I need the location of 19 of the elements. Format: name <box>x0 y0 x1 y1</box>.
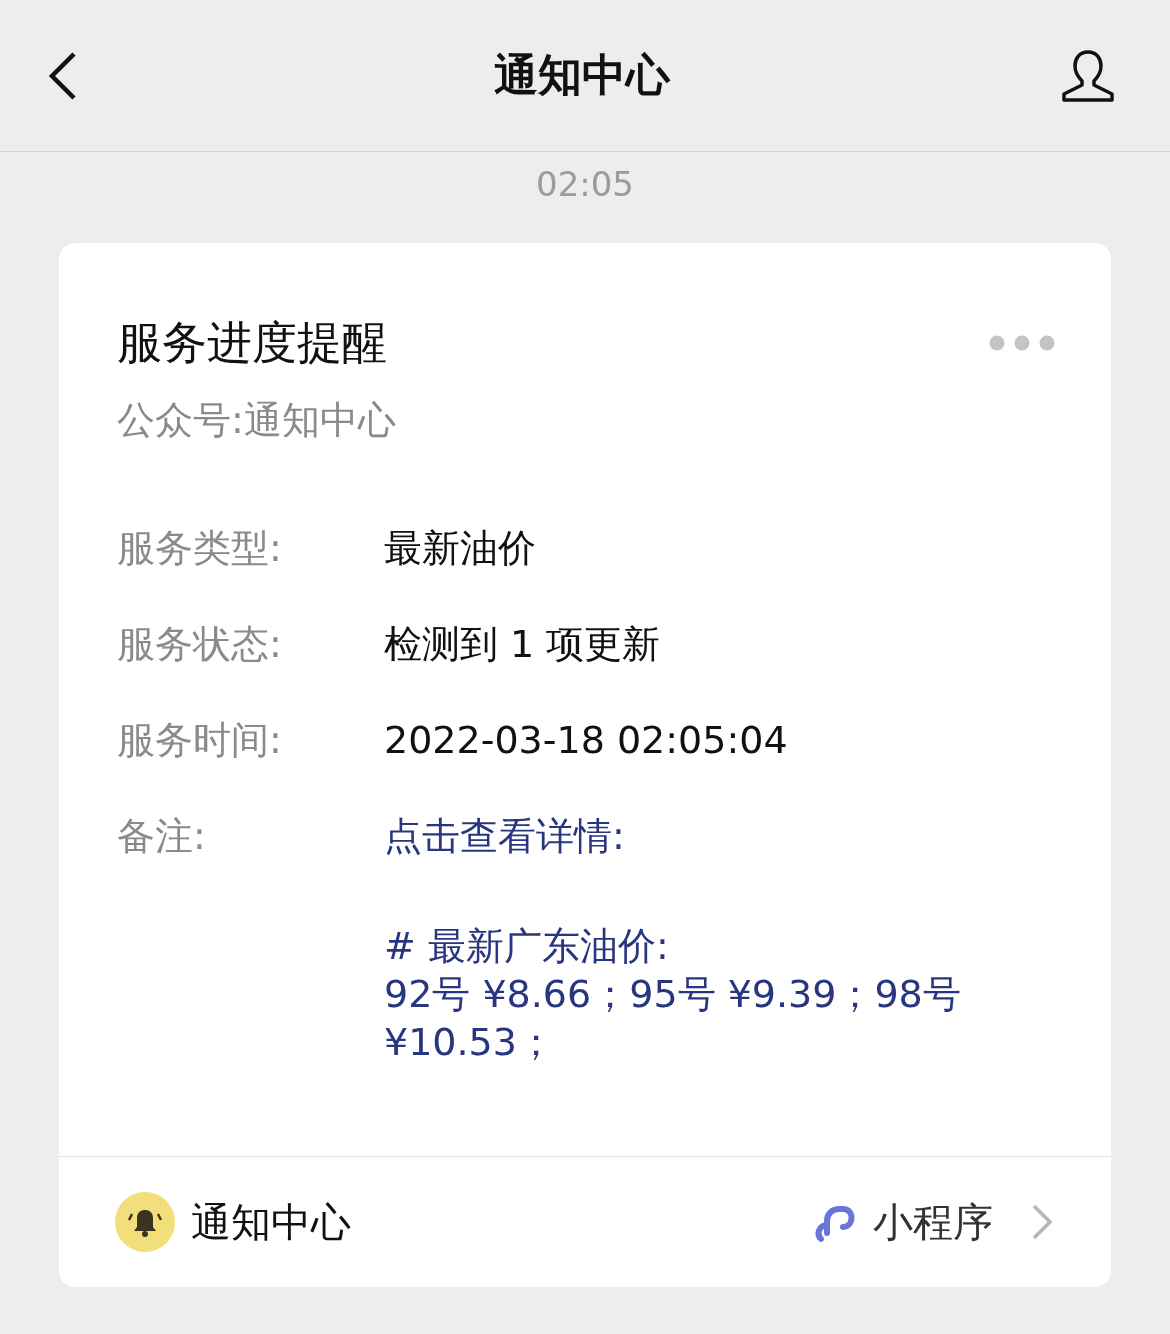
window-title: 通知中心 <box>494 48 670 102</box>
account-source: 公众号:通知中心 <box>116 397 397 444</box>
note-text: # 最新广东油价: <box>384 923 670 970</box>
note-text: 92号 ¥8.66；95号 ¥9.39；98号 ¥10.53； <box>384 971 962 1066</box>
field-value: 最新油价 <box>384 525 537 572</box>
back-icon[interactable] <box>48 50 78 101</box>
field-label: 服务类型: <box>117 525 283 572</box>
field-value: 2022-03-18 02:05:04 <box>384 717 789 764</box>
message-time: 02:05 <box>535 163 635 206</box>
field-label: 备注: <box>117 813 207 860</box>
card-title: 服务进度提醒 <box>117 315 387 371</box>
profile-icon[interactable] <box>1060 47 1116 104</box>
field-label: 服务时间: <box>117 717 283 764</box>
account-name[interactable]: 通知中心 <box>191 1194 351 1250</box>
field-value: 检测到 1 项更新 <box>384 621 662 668</box>
mini-program-link[interactable]: 小程序 <box>873 1194 993 1250</box>
bell-icon <box>115 1192 175 1252</box>
details-link[interactable]: 点击查看详情: <box>384 806 1024 866</box>
field-label: 服务状态: <box>117 621 283 668</box>
